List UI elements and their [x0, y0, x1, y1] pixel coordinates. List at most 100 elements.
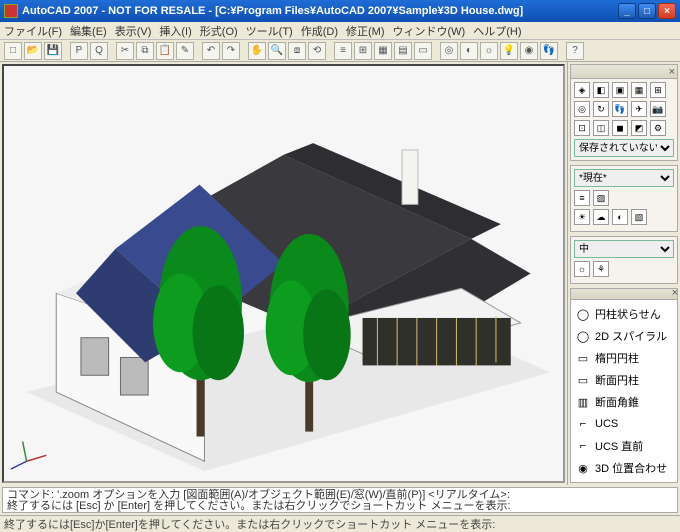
palette-close-icon[interactable]: ×	[669, 66, 675, 78]
zoom-icon[interactable]: 🔍	[268, 42, 286, 60]
toolpalette-close-icon[interactable]: ×	[672, 288, 678, 299]
quality-select[interactable]: 中	[574, 240, 674, 258]
tool-item-1[interactable]: ◯2D スパイラル	[571, 325, 677, 347]
tool-label: 3D 位置合わせ	[595, 460, 667, 476]
view-iso-icon[interactable]: ◧	[593, 82, 609, 98]
window-title: AutoCAD 2007 - NOT FOR RESALE - [C:¥Prog…	[22, 5, 523, 17]
toolpalette-icon[interactable]: ▦	[374, 42, 392, 60]
tool-icon: ◯	[575, 328, 591, 344]
tool-icon: ◉	[575, 460, 591, 476]
vs-mgr-icon[interactable]: ⚙	[650, 120, 666, 136]
view-front-icon[interactable]: ▦	[631, 82, 647, 98]
title-bar: AutoCAD 2007 - NOT FOR RESALE - [C:¥Prog…	[0, 0, 680, 22]
menu-file[interactable]: ファイル(F)	[4, 23, 62, 39]
render-palette: 中 ☼ ⚘	[570, 236, 678, 284]
view-cube-icon[interactable]: ◈	[574, 82, 590, 98]
visualstyle-select[interactable]: *現在*	[574, 169, 674, 187]
tool-item-5[interactable]: ⌐UCS	[571, 413, 677, 435]
walk-icon[interactable]: 👣	[540, 42, 558, 60]
fly-icon[interactable]: ✈	[631, 101, 647, 117]
swivel-icon[interactable]: ↻	[593, 101, 609, 117]
tool-item-0[interactable]: ◯円柱状らせん	[571, 303, 677, 325]
edge-icon[interactable]: ≡	[574, 190, 590, 206]
tool-palette: × ◯円柱状らせん◯2D スパイラル▭楕円円柱▭断面円柱▥断面角錐⌐UCS⌐UC…	[570, 288, 678, 483]
tool-item-3[interactable]: ▭断面円柱	[571, 369, 677, 391]
vs-conc-icon[interactable]: ◩	[631, 120, 647, 136]
toolbar-1: □ 📂 💾 P Q ✂ ⧉ 📋 ✎ ↶ ↷ ✋ 🔍 ⧈ ⟲ ≡ ⊞ ▦ ▤ ▭ …	[0, 40, 680, 62]
paste-icon[interactable]: 📋	[156, 42, 174, 60]
tool-label: 楕円円柱	[595, 350, 639, 366]
visual-icon[interactable]: ◐	[460, 42, 478, 60]
open-icon[interactable]: 📂	[24, 42, 42, 60]
render-icon[interactable]: ☼	[480, 42, 498, 60]
tool-label: UCS 直前	[595, 438, 643, 454]
view-named-icon[interactable]: ⊞	[650, 82, 666, 98]
shadow-icon[interactable]: ▧	[631, 209, 647, 225]
walk3d-icon[interactable]: 👣	[612, 101, 628, 117]
tool-item-4[interactable]: ▥断面角錐	[571, 391, 677, 413]
view-select[interactable]: 保存されていない現在のビュー	[574, 139, 674, 157]
view-top-icon[interactable]: ▣	[612, 82, 628, 98]
menu-modify[interactable]: 修正(M)	[346, 23, 385, 39]
menu-view[interactable]: 表示(V)	[115, 23, 152, 39]
tool-item-2[interactable]: ▭楕円円柱	[571, 347, 677, 369]
redo-icon[interactable]: ↷	[222, 42, 240, 60]
tool-item-6[interactable]: ⌐UCS 直前	[571, 435, 677, 457]
vs-wire-icon[interactable]: ⊡	[574, 120, 590, 136]
menu-help[interactable]: ヘルプ(H)	[473, 23, 521, 39]
ucs-triad-icon	[11, 441, 47, 469]
vs-hidden-icon[interactable]: ◫	[593, 120, 609, 136]
vs-real-icon[interactable]: ◼	[612, 120, 628, 136]
material-icon[interactable]: ◉	[520, 42, 538, 60]
orbit-icon[interactable]: ◎	[440, 42, 458, 60]
camera-icon[interactable]: 📷	[650, 101, 666, 117]
new-icon[interactable]: □	[4, 42, 22, 60]
maximize-button[interactable]: □	[638, 3, 656, 19]
dashboard-panel: × ◈ ◧ ▣ ▦ ⊞ ◎ ↻ 👣 ✈ 📷 ⊡ ◫ ◼ ◩ ⚙	[567, 62, 680, 485]
print-icon[interactable]: P	[70, 42, 88, 60]
zoom-prev-icon[interactable]: ⟲	[308, 42, 326, 60]
tool-icon: ⌐	[575, 416, 591, 432]
save-icon[interactable]: 💾	[44, 42, 62, 60]
render-env-icon[interactable]: ⚘	[593, 261, 609, 277]
pan-icon[interactable]: ✋	[248, 42, 266, 60]
view-palette: × ◈ ◧ ▣ ▦ ⊞ ◎ ↻ 👣 ✈ 📷 ⊡ ◫ ◼ ◩ ⚙	[570, 64, 678, 161]
copy-icon[interactable]: ⧉	[136, 42, 154, 60]
render-btn-icon[interactable]: ☼	[574, 261, 590, 277]
menu-insert[interactable]: 挿入(I)	[159, 23, 191, 39]
tool-label: 2D スパイラル	[595, 328, 667, 344]
light-icon[interactable]: 💡	[500, 42, 518, 60]
zoom-window-icon[interactable]: ⧈	[288, 42, 306, 60]
drawing-viewport[interactable]	[2, 64, 565, 483]
app-icon	[4, 4, 18, 18]
sky-icon[interactable]: ☁	[593, 209, 609, 225]
menu-draw[interactable]: 作成(D)	[301, 23, 338, 39]
undo-icon[interactable]: ↶	[202, 42, 220, 60]
menu-format[interactable]: 形式(O)	[200, 23, 238, 39]
tool-icon: ◯	[575, 306, 591, 322]
minimize-button[interactable]: _	[618, 3, 636, 19]
sheet-icon[interactable]: ▤	[394, 42, 412, 60]
command-line[interactable]: コマンド: '.zoom オプションを入力 [図面範囲(A)/オブジェクト範囲(…	[2, 487, 678, 513]
help-icon[interactable]: ?	[566, 42, 584, 60]
tool-icon: ▥	[575, 394, 591, 410]
exposure-icon[interactable]: ◐	[612, 209, 628, 225]
menu-edit[interactable]: 編集(E)	[70, 23, 107, 39]
house-3d-render	[4, 66, 563, 481]
menu-bar: ファイル(F) 編集(E) 表示(V) 挿入(I) 形式(O) ツール(T) 作…	[0, 22, 680, 40]
sun-icon[interactable]: ☀	[574, 209, 590, 225]
cut-icon[interactable]: ✂	[116, 42, 134, 60]
preview-icon[interactable]: Q	[90, 42, 108, 60]
orbit3d-icon[interactable]: ◎	[574, 101, 590, 117]
calc-icon[interactable]: ▭	[414, 42, 432, 60]
tool-label: 円柱状らせん	[595, 306, 661, 322]
designcenter-icon[interactable]: ⊞	[354, 42, 372, 60]
match-icon[interactable]: ✎	[176, 42, 194, 60]
tool-label: 断面円柱	[595, 372, 639, 388]
menu-window[interactable]: ウィンドウ(W)	[393, 23, 466, 39]
close-button[interactable]: ×	[658, 3, 676, 19]
properties-icon[interactable]: ≡	[334, 42, 352, 60]
tool-item-7[interactable]: ◉3D 位置合わせ	[571, 457, 677, 479]
menu-tools[interactable]: ツール(T)	[246, 23, 293, 39]
face-icon[interactable]: ▨	[593, 190, 609, 206]
